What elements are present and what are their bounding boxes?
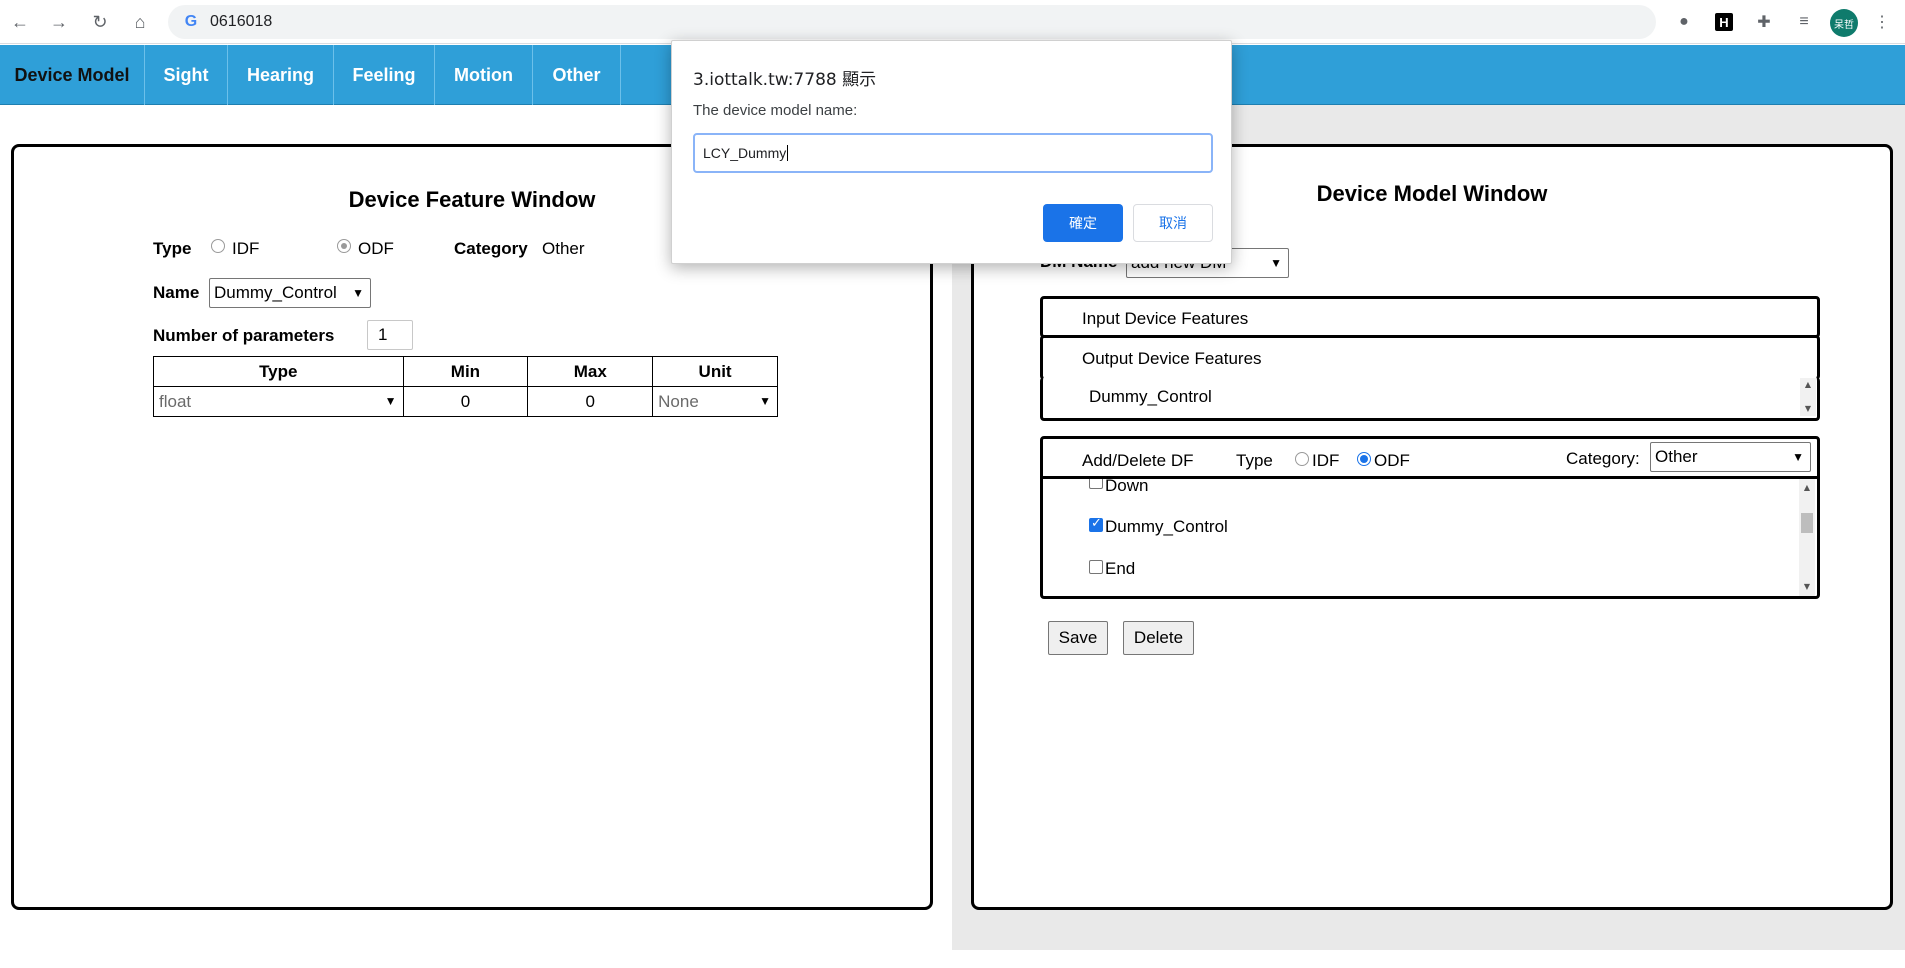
nav-device-model[interactable]: Device Model [0,45,145,105]
df-idf-label: IDF [1312,451,1340,470]
url-text[interactable]: 0616018 [210,13,272,31]
type-label: Type [153,239,192,258]
nav-sight[interactable]: Sight [145,45,228,105]
df-checkbox-end[interactable] [1089,560,1103,574]
odf-radio[interactable] [337,239,351,253]
menu-dots-icon[interactable]: ⋮ [1870,10,1894,34]
puzzle-extensions-icon[interactable]: ✚ [1752,10,1776,34]
param-type-value: float [159,391,192,411]
col-min: Min [402,356,529,387]
media-control-icon[interactable]: ≡ [1792,10,1816,34]
input-features-section[interactable]: Input Device Features [1040,296,1820,338]
nav-motion[interactable]: Motion [435,45,533,105]
param-unit-value: None [658,391,699,411]
params-table: Type Min Max Unit float ▼ 0 0 None ▼ [153,356,778,417]
forward-icon[interactable]: → [46,9,72,35]
df-odf-radio[interactable] [1357,452,1371,466]
chevron-down-icon: ▼ [352,286,364,300]
scroll-up-icon[interactable]: ▲ [1799,481,1815,495]
h-extension-icon[interactable]: H [1712,10,1736,34]
df-idf-radio[interactable] [1295,452,1309,466]
chevron-down-icon: ▼ [759,394,771,408]
dialog-title: 3.iottalk.tw:7788 顯示 [693,70,877,90]
df-checkbox-dummy-control[interactable] [1089,516,1103,532]
input-features-label: Input Device Features [1082,309,1249,328]
table-row: float ▼ 0 0 None ▼ [153,386,778,417]
param-unit-select[interactable]: None ▼ [652,386,778,417]
ok-button[interactable]: 確定 [1043,204,1123,242]
nav-other[interactable]: Other [533,45,621,105]
cancel-button[interactable]: 取消 [1133,204,1213,242]
scroll-thumb[interactable] [1801,513,1813,533]
list-item: End [1105,559,1136,578]
category-value: Other [542,239,585,258]
num-params-label: Number of parameters [153,326,335,345]
output-features-label: Output Device Features [1082,349,1262,368]
output-features-list: Dummy_Control ▲ ▼ [1040,377,1820,421]
back-icon[interactable]: ← [7,9,33,35]
prompt-dialog: 3.iottalk.tw:7788 顯示 The device model na… [671,40,1232,264]
device-model-name-input[interactable]: LCY_Dummy [693,133,1213,173]
reload-icon[interactable]: ↻ [87,9,113,35]
scrollbar[interactable]: ▲ ▼ [1799,479,1815,596]
output-features-section[interactable]: Output Device Features [1040,335,1820,380]
device-model-name-value: LCY_Dummy [703,145,787,161]
list-item: Down [1105,479,1149,495]
list-item[interactable]: Dummy_Control [1089,387,1212,407]
param-max-input[interactable]: 0 [527,386,654,417]
num-params-input[interactable]: 1 [367,320,413,350]
delete-button[interactable]: Delete [1123,621,1194,655]
scrollbar[interactable]: ▲ ▼ [1800,378,1816,416]
col-type: Type [153,356,404,387]
list-item: Dummy_Control [1105,517,1228,536]
param-type-select[interactable]: float ▼ [153,386,404,417]
col-unit: Unit [652,356,778,387]
chevron-down-icon: ▼ [1792,450,1804,464]
name-select[interactable]: Dummy_Control ▼ [209,278,371,308]
name-label: Name [153,283,200,302]
cookie-icon[interactable]: ● [1672,10,1696,34]
idf-label: IDF [232,239,260,258]
text-caret [787,145,789,161]
add-delete-df-label: Add/Delete DF [1082,451,1194,470]
nav-hearing[interactable]: Hearing [228,45,334,105]
df-category-select[interactable]: Other ▼ [1650,442,1811,472]
df-checkbox-down[interactable] [1089,479,1103,489]
browser-toolbar: ← → ↻ ⌂ G 0616018 ● H ✚ ≡ 呆哲 ⋮ [0,0,1905,44]
home-icon[interactable]: ⌂ [127,9,153,35]
scroll-up-icon[interactable]: ▲ [1800,378,1816,392]
odf-label: ODF [358,239,394,258]
nav-feeling[interactable]: Feeling [334,45,435,105]
avatar[interactable]: 呆哲 [1830,9,1858,37]
scroll-down-icon[interactable]: ▼ [1799,580,1815,594]
google-icon: G [184,13,198,30]
col-max: Max [527,356,654,387]
category-label: Category [454,239,528,258]
idf-radio[interactable] [211,239,225,253]
chevron-down-icon: ▼ [1270,256,1282,270]
param-min-input[interactable]: 0 [402,386,529,417]
name-select-value: Dummy_Control [214,283,337,302]
add-delete-df-section: Add/Delete DF Type IDF ODF Category: Oth… [1040,436,1820,599]
df-category-label: Category: [1566,449,1640,468]
save-button[interactable]: Save [1048,621,1108,655]
df-type-label: Type [1236,451,1273,470]
scroll-down-icon[interactable]: ▼ [1800,402,1816,416]
df-odf-label: ODF [1374,451,1410,470]
df-category-value: Other [1655,447,1698,466]
df-list: Down Dummy_Control End ▲ ▼ [1043,479,1817,596]
dialog-message: The device model name: [693,102,858,119]
address-bar[interactable]: G 0616018 [168,5,1656,39]
chevron-down-icon: ▼ [384,394,397,408]
